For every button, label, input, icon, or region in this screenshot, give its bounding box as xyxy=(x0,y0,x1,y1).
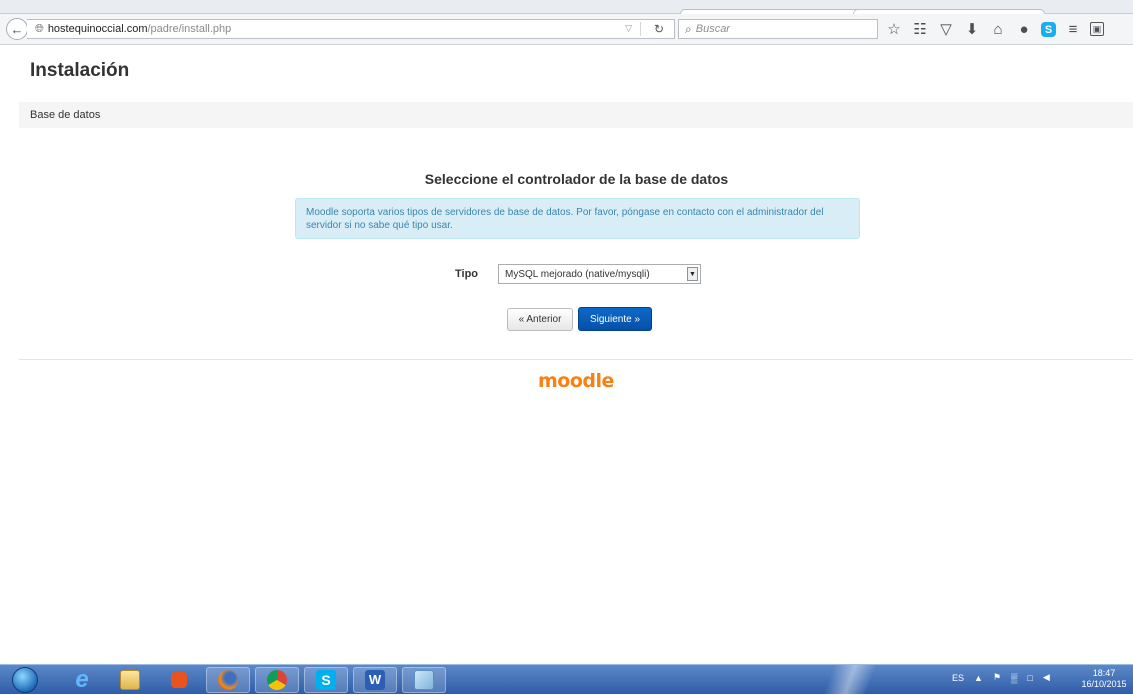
clock[interactable]: 18:47 16/10/2015 xyxy=(1078,668,1130,690)
info-text-line: Moodle soporta varios tipos de servidore… xyxy=(306,207,824,218)
media-player-icon[interactable] xyxy=(157,667,201,693)
word-icon[interactable]: W xyxy=(353,667,397,693)
search-icon: ⌕ xyxy=(685,21,692,36)
pocket-icon[interactable]: ▽ xyxy=(937,20,955,38)
firefox-icon[interactable] xyxy=(206,667,250,693)
logo-text: moodle xyxy=(538,370,614,392)
language-indicator[interactable]: ES xyxy=(952,673,964,683)
footer-divider xyxy=(19,359,1133,360)
url-host: hostequinoccial.com xyxy=(47,23,148,35)
action-center-flag-icon[interactable]: ⚑ xyxy=(993,672,1001,683)
back-arrow-icon: ← xyxy=(10,21,24,37)
url-path: /padre/install.php xyxy=(147,23,232,35)
search-placeholder: Buscar xyxy=(695,23,730,35)
taskbar-sheen xyxy=(820,665,880,695)
system-tray: ES ▲ ⚑ ▒ □ ◀ xyxy=(952,672,1060,683)
tipo-label: Tipo xyxy=(455,268,479,280)
chat-icon[interactable]: ● xyxy=(1015,20,1033,38)
internet-explorer-icon[interactable]: e xyxy=(60,667,104,693)
next-button[interactable]: Siguiente » xyxy=(578,307,652,331)
search-bar[interactable]: ⌕ Buscar xyxy=(678,19,878,39)
display-icon[interactable]: □ xyxy=(1027,673,1032,683)
star-icon[interactable]: ☆ xyxy=(885,20,903,38)
breadcrumb: Base de datos xyxy=(19,102,1133,128)
tipo-form-row: Tipo MySQL mejorado (native/mysqli) ▼ xyxy=(455,263,702,285)
url-history-dropdown-icon[interactable]: ▽ xyxy=(625,23,632,34)
page-title: Instalación xyxy=(30,60,130,81)
database-type-select[interactable]: MySQL mejorado (native/mysqli) ▼ xyxy=(498,264,702,284)
chevron-down-icon[interactable]: ▼ xyxy=(687,267,699,281)
volume-icon[interactable]: ◀ xyxy=(1043,672,1050,683)
url-bar[interactable]: 🌐︎ hostequinoccial.com/padre/install.php… xyxy=(27,19,675,39)
home-icon[interactable]: ⌂ xyxy=(989,20,1007,38)
info-alert: Moodle soporta varios tipos de servidore… xyxy=(295,198,860,239)
reading-list-icon[interactable]: ☷ xyxy=(911,20,929,38)
info-text-line: servidor si no sabe qué tipo usar. xyxy=(306,220,453,231)
navigation-bar: ← 🌐︎ hostequinoccial.com/padre/install.p… xyxy=(0,14,1133,45)
menu-icon[interactable]: ≡ xyxy=(1064,20,1082,38)
toolbar-icons: ☆ ☷ ▽ ⬇ ⌂ ● S ≡ ▣ xyxy=(885,20,1112,38)
file-explorer-icon[interactable] xyxy=(108,667,152,693)
tab-strip xyxy=(0,0,1133,15)
section-heading: Seleccione el controlador de la base de … xyxy=(424,171,729,187)
globe-icon: 🌐︎ xyxy=(35,22,44,35)
url-separator xyxy=(640,22,641,36)
start-button[interactable] xyxy=(12,667,38,693)
clock-time: 18:47 xyxy=(1092,668,1116,678)
back-button[interactable]: ← xyxy=(6,18,28,40)
skype-icon[interactable]: S xyxy=(304,667,348,693)
show-hidden-icons-icon[interactable]: ▲ xyxy=(974,673,983,683)
reload-icon[interactable]: ↻ xyxy=(654,22,664,36)
window-icon[interactable]: ▣ xyxy=(1090,22,1104,36)
moodle-logo[interactable]: moodle xyxy=(538,370,614,392)
download-icon[interactable]: ⬇ xyxy=(963,20,981,38)
chrome-icon[interactable] xyxy=(255,667,299,693)
paint-icon[interactable] xyxy=(402,667,446,693)
clock-date: 16/10/2015 xyxy=(1081,679,1127,689)
network-icon[interactable]: ▒ xyxy=(1011,673,1017,683)
skype-icon[interactable]: S xyxy=(1041,22,1056,37)
previous-button[interactable]: « Anterior xyxy=(507,308,573,331)
windows-taskbar: e S W ES ▲ ⚑ ▒ □ ◀ 18:47 16/10/2015 xyxy=(0,664,1133,695)
selected-value: MySQL mejorado (native/mysqli) xyxy=(505,268,650,280)
